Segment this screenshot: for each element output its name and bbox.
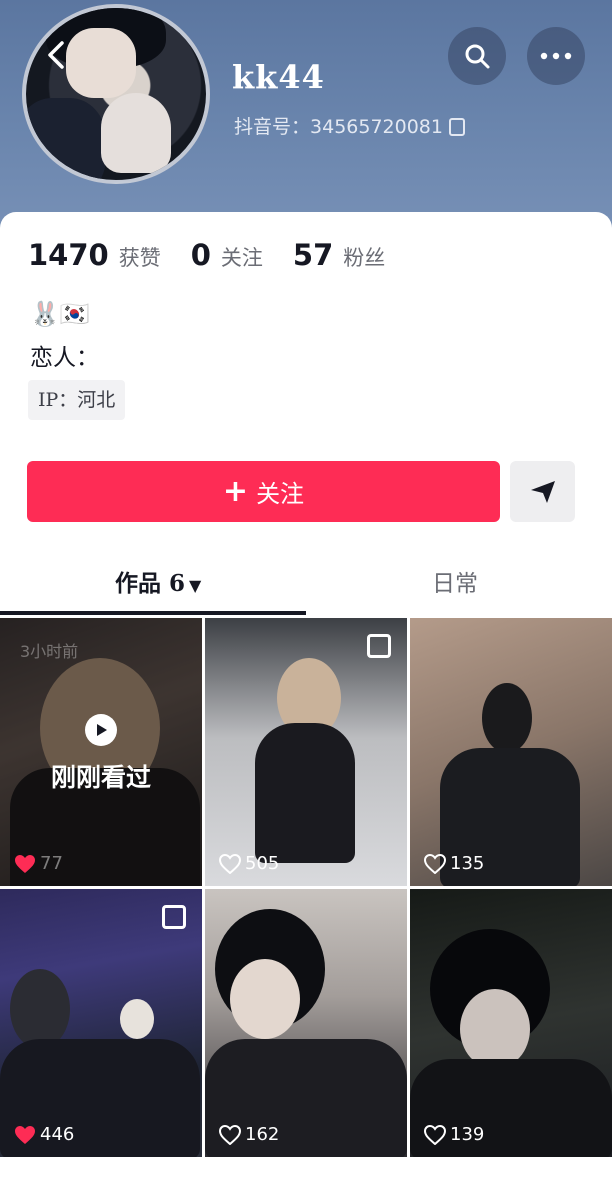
stat-following[interactable]: 0 关注	[191, 238, 263, 272]
ip-location-tag: IP：河北	[28, 380, 126, 420]
video-likes: 162	[219, 1124, 279, 1145]
back-icon[interactable]	[40, 38, 74, 72]
profile-header: kk44 抖音号：34565720081	[0, 0, 612, 230]
video-likes-count: 135	[450, 853, 485, 874]
video-thumbnail[interactable]: 135	[410, 618, 612, 886]
stat-likes-count: 1470	[28, 238, 109, 272]
video-likes-count: 162	[245, 1124, 280, 1145]
heart-icon	[15, 1125, 35, 1144]
video-thumbnail[interactable]: 3小时前 刚刚看过 77	[0, 618, 202, 886]
video-likes: 77	[14, 853, 63, 874]
plus-icon: +	[222, 474, 249, 509]
avatar-hood-shape	[26, 98, 106, 180]
avatar[interactable]	[22, 4, 210, 184]
copy-icon[interactable]	[449, 118, 465, 136]
avatar-face-shape	[66, 28, 136, 98]
stat-following-count: 0	[190, 238, 211, 272]
share-button[interactable]	[510, 461, 575, 522]
video-likes: 135	[424, 853, 484, 874]
stat-likes-label: 获赞	[118, 246, 161, 270]
douyin-id[interactable]: 抖音号：34565720081	[234, 112, 465, 139]
video-likes-count: 139	[450, 1124, 485, 1145]
douyin-id-value: 34565720081	[310, 116, 443, 138]
video-thumbnail[interactable]: 505	[205, 618, 407, 886]
heart-icon	[424, 1124, 446, 1145]
video-likes: 139	[424, 1124, 484, 1145]
tab-daily-label: 日常	[432, 571, 478, 597]
follow-button-label: 关注	[256, 480, 305, 508]
search-icon	[465, 44, 490, 69]
stat-likes[interactable]: 1470 获赞	[28, 238, 161, 272]
tab-works[interactable]: 作品 6 ▼	[115, 564, 201, 598]
video-thumbnail[interactable]: 139	[410, 889, 612, 1157]
thumb-figure	[482, 683, 532, 753]
video-likes: 505	[219, 853, 279, 874]
more-button[interactable]	[527, 27, 585, 85]
multi-image-badge	[367, 634, 391, 658]
thumb-figure	[460, 989, 530, 1069]
heart-icon	[424, 853, 446, 874]
stat-followers-label: 粉丝	[343, 246, 386, 270]
video-thumbnail[interactable]: 446	[0, 889, 202, 1157]
tab-daily[interactable]: 日常	[432, 564, 478, 598]
stats-row: 1470 获赞 0 关注 57 粉丝	[28, 238, 415, 272]
username: kk44	[232, 58, 325, 96]
content-tabs: 作品 6 ▼ 日常	[0, 552, 612, 616]
douyin-id-label: 抖音号：	[234, 116, 311, 138]
play-icon	[85, 714, 117, 746]
bio-text: 恋人：	[30, 345, 99, 371]
thumb-figure	[120, 999, 154, 1039]
heart-icon	[219, 1124, 241, 1145]
stat-following-label: 关注	[220, 246, 263, 270]
share-icon	[530, 480, 555, 503]
more-icon	[540, 52, 572, 60]
tab-works-label: 作品 6	[115, 570, 186, 597]
multi-image-badge	[162, 905, 186, 929]
video-likes-count: 77	[40, 853, 63, 874]
thumb-figure	[230, 959, 300, 1039]
stat-followers-count: 57	[292, 238, 334, 272]
video-likes-count: 446	[40, 1124, 75, 1145]
bio-emojis: 🐰🇰🇷	[30, 300, 90, 328]
avatar-hand-shape	[101, 93, 171, 173]
tab-indicator	[0, 611, 306, 615]
video-likes-count: 505	[245, 853, 280, 874]
follow-button[interactable]: + 关注	[27, 461, 500, 522]
heart-icon	[15, 854, 35, 873]
heart-icon	[219, 853, 241, 874]
video-time-label: 3小时前	[20, 642, 79, 661]
search-button[interactable]	[448, 27, 506, 85]
thumb-figure	[10, 969, 70, 1049]
video-thumbnail[interactable]: 162	[205, 889, 407, 1157]
stat-followers[interactable]: 57 粉丝	[293, 238, 385, 272]
video-likes: 446	[14, 1124, 74, 1145]
just-watched-label: 刚刚看过	[50, 763, 151, 792]
caret-down-icon: ▼	[189, 576, 202, 595]
thumb-figure-body	[255, 723, 355, 863]
